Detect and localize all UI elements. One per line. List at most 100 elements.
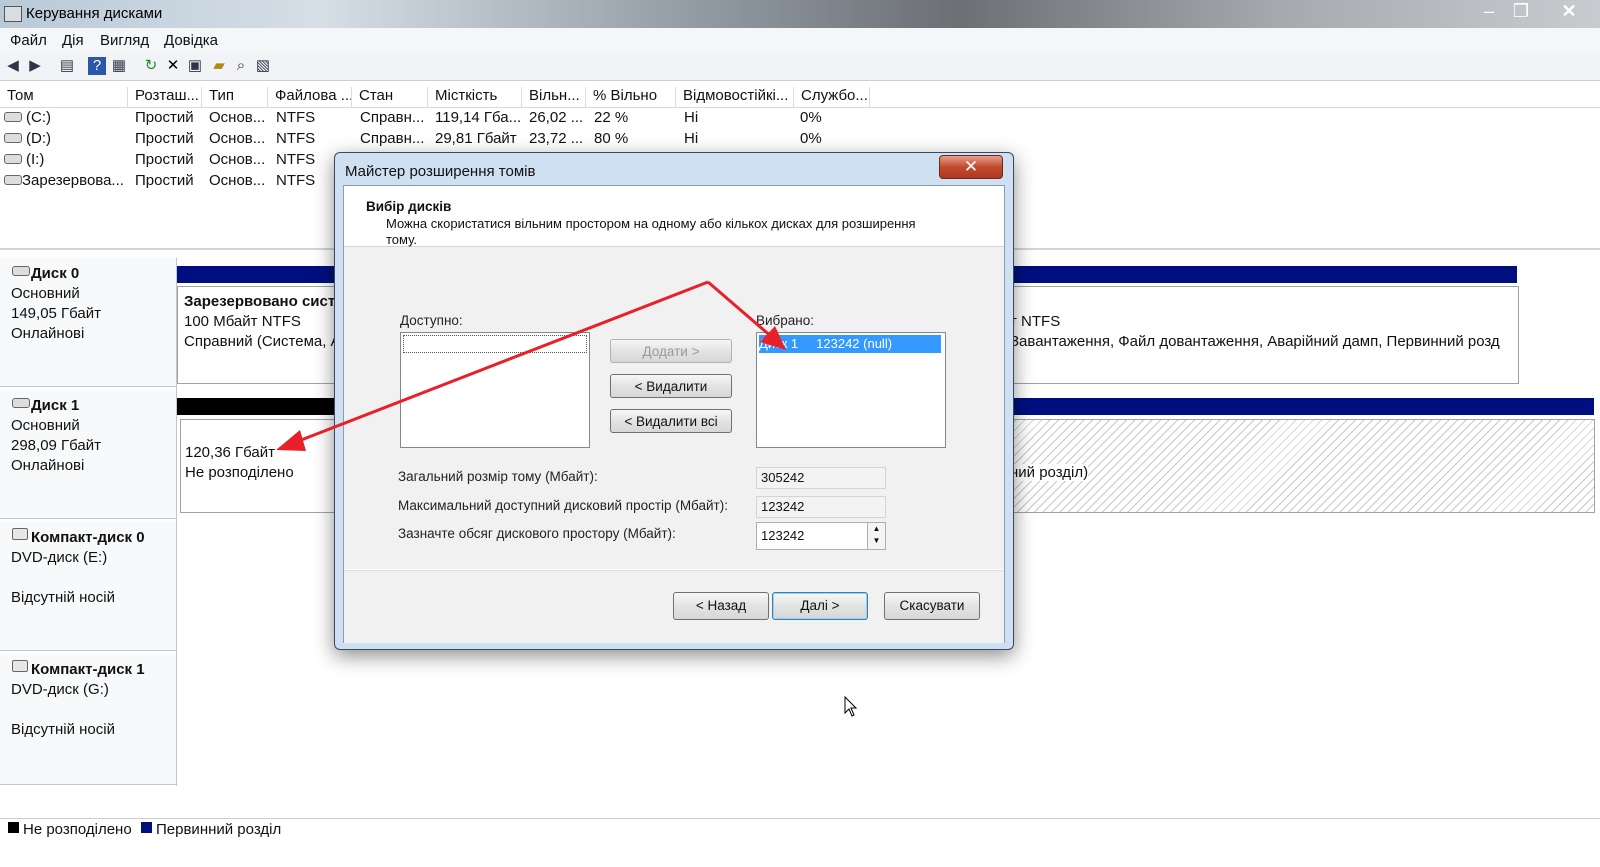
remove-button[interactable]: < Видалити <box>610 374 732 398</box>
table-cell: 0% <box>800 109 822 126</box>
table-cell: Ні <box>684 109 699 126</box>
specify-size-label: Зазначте обсяг дискового простору (Мбайт… <box>398 526 676 541</box>
unallocated-status: Не розподілено <box>185 464 294 481</box>
unallocated-stripe <box>177 398 337 415</box>
explore-icon[interactable]: ▰ <box>210 57 228 75</box>
table-cell: Простий <box>135 172 194 189</box>
table-cell: Основ... <box>209 151 266 168</box>
delete-icon[interactable]: ✕ <box>164 57 182 75</box>
table-cell: Основ... <box>209 130 266 147</box>
table-cell: NTFS <box>276 172 316 189</box>
dialog-title: Майстер розширення томів <box>345 163 536 180</box>
disk-status: Відсутній носій <box>11 589 115 606</box>
column-percent-free[interactable]: % Вільно <box>586 87 676 107</box>
open-icon[interactable]: ▣ <box>186 57 204 75</box>
close-button[interactable]: ✕ <box>1554 0 1584 22</box>
total-size-label: Загальний розмір тому (Мбайт): <box>398 469 598 484</box>
dialog-body: Доступно: Додати > < Видалити < Видалити… <box>344 247 1004 569</box>
max-space-field: 123242 <box>756 496 886 518</box>
remove-all-button[interactable]: < Видалити всі <box>610 409 732 433</box>
disk-1-label[interactable]: Диск 1 Основний 298,09 Гбайт Онлайнові <box>0 390 176 519</box>
selected-item[interactable]: Диск 1 123242 (null) <box>759 335 941 353</box>
disk-0-label[interactable]: Диск 0 Основний 149,05 Гбайт Онлайнові <box>0 258 176 387</box>
drive-icon <box>4 175 22 185</box>
refresh-icon[interactable]: ↻ <box>142 57 160 75</box>
table-cell: Основ... <box>209 109 266 126</box>
cdrom-0-label[interactable]: Компакт-диск 0 DVD-диск (E:) Відсутній н… <box>0 522 176 651</box>
disk-name: Компакт-диск 0 <box>31 529 145 546</box>
column-overhead[interactable]: Службо... <box>794 87 870 107</box>
stepper-down-icon[interactable]: ▼ <box>868 535 885 547</box>
menu-help[interactable]: Довідка <box>164 32 218 49</box>
drive-icon <box>4 112 22 122</box>
menu-view[interactable]: Вигляд <box>100 32 149 49</box>
add-button[interactable]: Додати > <box>610 339 732 363</box>
maximize-button[interactable]: ❐ <box>1506 0 1536 22</box>
properties-2-icon[interactable]: ▧ <box>254 57 272 75</box>
extend-volume-wizard: Майстер розширення томів ✕ Вибір дисків … <box>334 152 1014 650</box>
legend-primary: Первинний розділ <box>156 821 282 838</box>
partition-stripe <box>1000 398 1594 415</box>
stepper-up-icon[interactable]: ▲ <box>868 523 885 535</box>
column-status[interactable]: Стан <box>352 87 428 107</box>
table-cell: 119,14 Гба... <box>435 109 522 126</box>
disk-type: DVD-диск (E:) <box>11 549 108 566</box>
table-cell: 22 % <box>594 109 629 126</box>
partition-reserved[interactable]: Зарезервовано систе 100 Мбайт NTFS Справ… <box>177 286 344 384</box>
disk-name: Диск 1 <box>31 397 80 414</box>
column-capacity[interactable]: Місткість <box>428 87 522 107</box>
unallocated-space[interactable]: 120,36 Гбайт Не розподілено <box>180 419 339 513</box>
table-cell: Простий <box>135 151 194 168</box>
minimize-button[interactable]: – <box>1474 0 1504 22</box>
back-button[interactable]: < Назад <box>673 592 769 620</box>
disk-icon <box>12 398 30 408</box>
search-icon[interactable]: ⌕ <box>232 57 250 75</box>
next-button[interactable]: Далі > <box>772 592 868 620</box>
table-cell: 0% <box>800 130 822 147</box>
column-filesystem[interactable]: Файлова ... <box>268 87 352 107</box>
table-row[interactable]: (D:) <box>26 130 51 147</box>
column-fault-tolerance[interactable]: Відмовостійкі... <box>676 87 794 107</box>
table-cell: 26,02 ... <box>529 109 584 126</box>
app-icon <box>4 6 22 22</box>
forward-icon[interactable]: ▶ <box>26 57 44 75</box>
cdrom-1-label[interactable]: Компакт-диск 1 DVD-диск (G:) Відсутній н… <box>0 654 176 785</box>
menu-action[interactable]: Дія <box>62 32 84 49</box>
partition-status: Справний (Система, А <box>184 333 341 350</box>
dialog-content: Вибір дисків Можна скористатися вільним … <box>343 185 1005 643</box>
drive-icon <box>4 133 22 143</box>
column-layout[interactable]: Розташ... <box>128 87 202 107</box>
dialog-description: Можна скористатися вільним простором на … <box>386 216 916 247</box>
cancel-button[interactable]: Скасувати <box>884 592 980 620</box>
specify-size-input[interactable]: 123242 <box>756 522 868 550</box>
disk-name: Компакт-диск 1 <box>31 661 145 678</box>
partition-d[interactable]: ний розділ) <box>1000 419 1595 513</box>
partition-status: ний розділ) <box>1010 464 1089 481</box>
disk-size: 149,05 Гбайт <box>11 305 102 322</box>
dialog-close-button[interactable]: ✕ <box>939 155 1003 179</box>
view-icon[interactable]: ▦ <box>110 57 128 75</box>
partition-size: 100 Мбайт NTFS <box>184 313 301 330</box>
disk-icon <box>12 266 30 276</box>
back-icon[interactable]: ◀ <box>4 57 22 75</box>
table-cell: Справн... <box>360 130 425 147</box>
column-volume[interactable]: Том <box>0 87 128 107</box>
table-row[interactable]: (I:) <box>26 151 44 168</box>
disk-name: Диск 0 <box>31 265 80 282</box>
properties-icon[interactable]: ▤ <box>58 57 76 75</box>
partition-c[interactable]: т NTFS Завантаження, Файл довантаження, … <box>1000 286 1519 384</box>
table-row[interactable]: (C:) <box>26 109 51 126</box>
help-icon[interactable]: ? <box>88 57 106 75</box>
mouse-cursor-icon <box>844 696 858 717</box>
column-free[interactable]: Вільн... <box>522 87 586 107</box>
divider <box>176 258 177 786</box>
menu-file[interactable]: Файл <box>10 32 47 49</box>
available-list[interactable] <box>400 332 590 448</box>
table-cell: Ні <box>684 130 699 147</box>
column-type[interactable]: Тип <box>202 87 268 107</box>
disk-status: Онлайнові <box>11 457 85 474</box>
table-row[interactable]: Зарезервова... <box>22 172 124 189</box>
size-stepper[interactable]: ▲ ▼ <box>867 522 886 550</box>
selected-list[interactable]: Диск 1 123242 (null) <box>756 332 946 448</box>
disk-type: Основний <box>11 417 80 434</box>
